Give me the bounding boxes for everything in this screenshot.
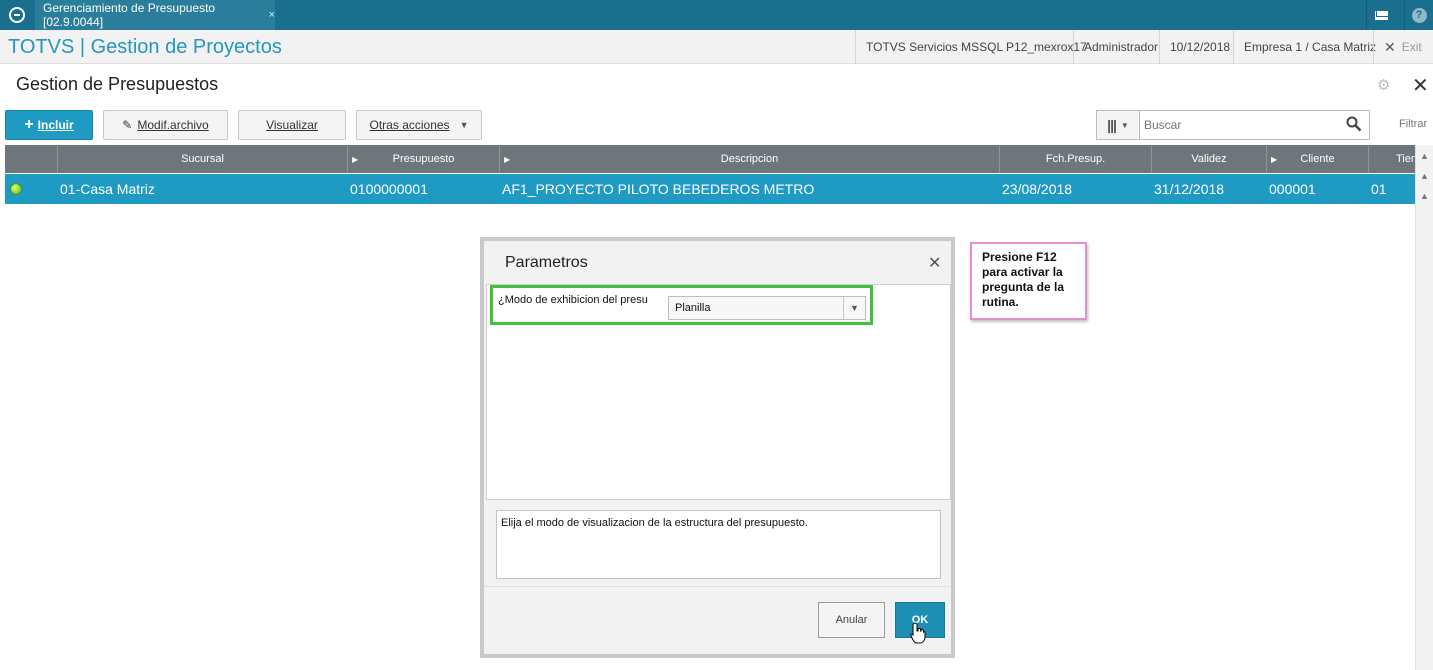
page-title: Gestion de Presupuestos [16, 74, 219, 94]
display-mode-select[interactable]: Planilla ▼ [668, 296, 866, 320]
user-label: Administrador [1073, 30, 1168, 64]
column-header-tienda[interactable]: Tien [1368, 145, 1415, 173]
cell-cliente: 000001 [1269, 181, 1316, 197]
scroll-up-icon[interactable]: ▲ [1420, 191, 1429, 201]
columns-menu-button[interactable]: ||| ▼ [1096, 110, 1140, 140]
app-header: TOTVS | Gestion de Proyectos TOTVS Servi… [0, 30, 1433, 64]
chevron-down-icon[interactable]: ▼ [843, 297, 865, 319]
cell-tienda: 01 [1371, 181, 1387, 197]
cell-fecha: 23/08/2018 [1002, 181, 1073, 197]
caret-right-icon: ▶ [1271, 155, 1278, 164]
environment-label: TOTVS Servicios MSSQL P12_mexrox17 [855, 30, 1097, 64]
plus-icon: + [24, 116, 34, 133]
exit-button[interactable]: ✕ Exit [1373, 30, 1432, 64]
include-button[interactable]: + Incluir [5, 110, 93, 140]
filter-link[interactable]: Filtrar [1399, 118, 1427, 130]
date-label: 10/12/2018 [1159, 30, 1240, 64]
caret-right-icon: ▶ [352, 155, 359, 164]
column-header-fecha[interactable]: Fch.Presup. [999, 145, 1151, 173]
status-green-icon [10, 183, 22, 195]
help-text-box: Elija el modo de visualizacion de la est… [496, 510, 941, 579]
vertical-scrollbar[interactable]: ▲ ▲ ▲ [1415, 145, 1433, 670]
app-window: Gerenciamiento de Presupuesto [02.9.0044… [0, 0, 1433, 670]
cell-sucursal: 01-Casa Matriz [60, 181, 155, 197]
parameters-dialog: Parametros ✕ ¿Modo de exhibicion del pre… [480, 237, 955, 658]
close-page-icon[interactable]: ✕ [1412, 73, 1429, 98]
question-label: ¿Modo de exhibicion del presu [498, 294, 648, 306]
cell-descripcion: AF1_PROYECTO PILOTO BEBEDEROS METRO [502, 181, 815, 197]
pencil-icon: ✎ [122, 118, 133, 132]
cell-validez: 31/12/2018 [1154, 181, 1225, 197]
modify-file-button[interactable]: ✎ Modif.archivo [103, 110, 228, 140]
totvs-logo-icon[interactable] [0, 0, 33, 30]
tab-budget-management[interactable]: Gerenciamiento de Presupuesto [02.9.0044… [35, 0, 275, 30]
highlight-frame: ¿Modo de exhibicion del presu Planilla ▼ [490, 285, 873, 325]
column-header-descripcion[interactable]: ▶ Descripcion [499, 145, 999, 173]
top-tab-bar: Gerenciamiento de Presupuesto [02.9.0044… [0, 0, 1433, 30]
scroll-up-icon[interactable]: ▲ [1420, 171, 1429, 181]
search-icon[interactable] [1346, 116, 1362, 132]
hand-cursor-icon [910, 622, 926, 644]
caret-right-icon: ▶ [504, 155, 511, 164]
app-title: TOTVS | Gestion de Proyectos [8, 36, 282, 58]
column-header-cliente[interactable]: ▶ Cliente [1266, 145, 1368, 173]
table-row[interactable]: 01-Casa Matriz 0100000001 AF1_PROYECTO P… [5, 174, 1415, 204]
close-icon: ✕ [1384, 38, 1396, 55]
footer-divider [484, 586, 951, 587]
scroll-top-icon[interactable]: ▲ [1420, 151, 1429, 161]
other-actions-button[interactable]: Otras acciones ▼ [356, 110, 482, 140]
cancel-button[interactable]: Anular [818, 602, 885, 638]
grid-header: Sucursal ▶ Presupuesto ▶ Descripcion Fch.P… [5, 145, 1415, 173]
dialog-close-icon[interactable]: ✕ [928, 253, 941, 273]
annotation-callout: Presione F12 para activar la pregunta de… [970, 242, 1087, 320]
mail-icon[interactable] [1366, 0, 1396, 30]
columns-icon: ||| [1107, 117, 1117, 133]
chevron-down-icon: ▼ [459, 120, 469, 130]
column-header-sucursal[interactable]: Sucursal [57, 145, 347, 173]
column-header-presupuesto[interactable]: ▶ Presupuesto [347, 145, 499, 173]
help-icon[interactable]: ? [1404, 0, 1433, 30]
status-column-header[interactable] [5, 145, 57, 173]
chevron-down-icon: ▼ [1120, 120, 1129, 130]
search-input[interactable] [1139, 110, 1370, 140]
cell-presupuesto: 0100000001 [350, 181, 428, 197]
select-value: Planilla [675, 302, 711, 314]
tab-close-icon[interactable]: × [269, 9, 275, 21]
dialog-body: ¿Modo de exhibicion del presu Planilla ▼ [486, 284, 951, 500]
view-button[interactable]: Visualizar [238, 110, 346, 140]
company-label: Empresa 1 / Casa Matriz [1233, 30, 1386, 64]
gear-icon[interactable]: ⚙ [1377, 76, 1390, 94]
tab-title: Gerenciamiento de Presupuesto [02.9.0044… [43, 1, 216, 29]
dialog-title: Parametros [505, 254, 588, 271]
column-header-validez[interactable]: Validez [1151, 145, 1266, 173]
